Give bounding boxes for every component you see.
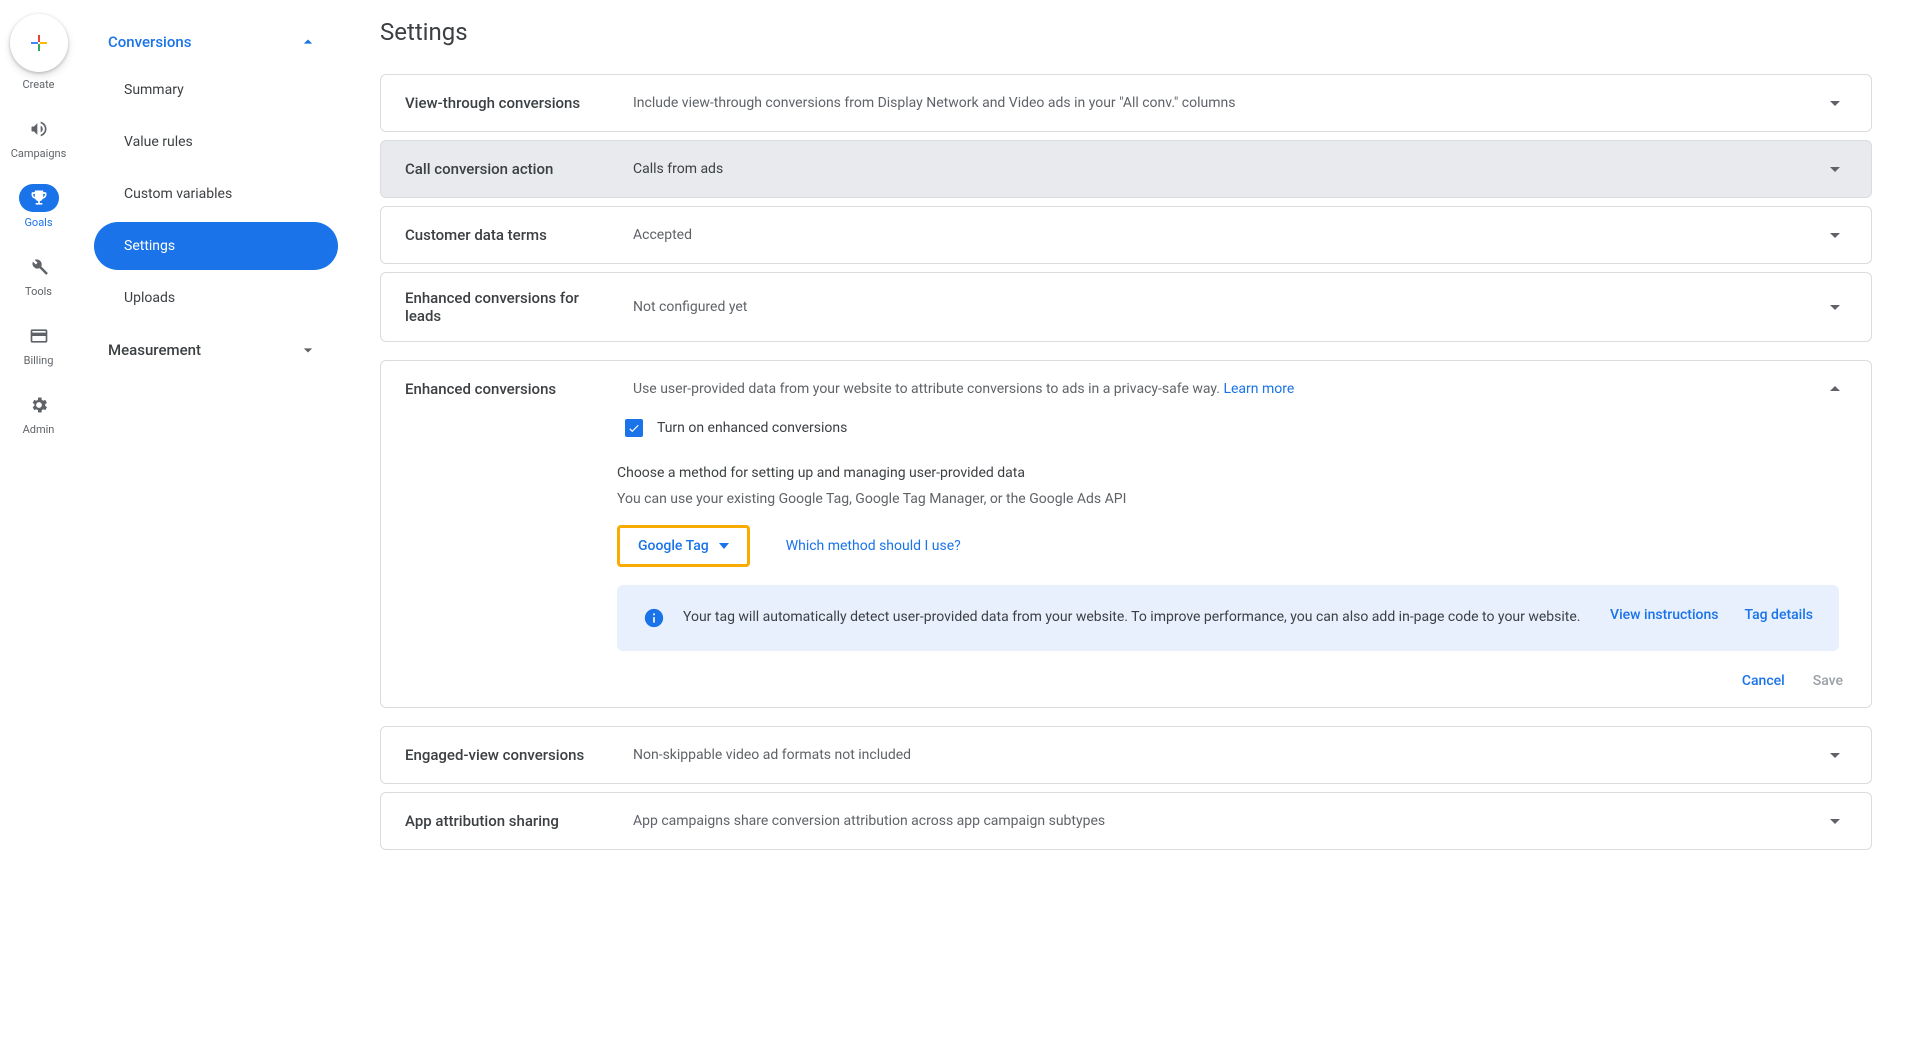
sidebar-item-label: Settings [124,238,175,254]
save-button[interactable]: Save [1813,673,1843,689]
card-header[interactable]: View-through conversions Include view-th… [381,75,1871,131]
sidebar-item-value-rules[interactable]: Value rules [94,118,338,166]
card-view-through: View-through conversions Include view-th… [380,74,1872,132]
cancel-button[interactable]: Cancel [1742,673,1785,689]
rail-label: Tools [25,285,52,298]
card-summary: Accepted [617,227,1807,243]
caret-down-icon [719,543,729,549]
nav-sub-conversions: Summary Value rules Custom variables Set… [94,66,338,330]
tag-details-link[interactable]: Tag details [1744,607,1813,623]
settings-content: Settings View-through conversions Includ… [356,0,1920,1051]
card-enhanced: Enhanced conversions Use user-provided d… [380,360,1872,708]
card-title: Call conversion action [405,160,601,178]
plus-icon [27,31,51,55]
info-actions: View instructions Tag details [1610,607,1813,623]
icon-rail: Create Campaigns Goals Tools Billing Adm… [0,0,78,1051]
dropdown-value: Google Tag [638,538,709,554]
card-title: Enhanced conversions for leads [405,289,601,325]
card-title: Engaged-view conversions [405,746,601,764]
card-summary: Include view-through conversions from Di… [617,95,1807,111]
card-header[interactable]: App attribution sharing App campaigns sh… [381,793,1871,849]
method-row: Google Tag Which method should I use? [617,525,1839,567]
card-body: Turn on enhanced conversions Choose a me… [381,409,1871,651]
sidebar-item-custom-variables[interactable]: Custom variables [94,170,338,218]
card-summary: App campaigns share conversion attributi… [617,813,1807,829]
rail-item-tools[interactable]: Tools [19,253,59,298]
sidebar-item-label: Custom variables [124,186,232,202]
check-icon [627,421,641,435]
card-header[interactable]: Enhanced conversions Use user-provided d… [381,361,1871,409]
sidebar-item-label: Uploads [124,290,175,306]
card-call-action: Call conversion action Calls from ads [380,140,1872,198]
chevron-down-icon [1823,743,1847,767]
card-title: Enhanced conversions [405,380,601,398]
sidebar: Conversions Summary Value rules Custom v… [78,0,356,1051]
rail-label: Campaigns [11,147,67,160]
create-button[interactable] [10,14,68,72]
checkbox-label: Turn on enhanced conversions [657,420,847,436]
summary-text: Use user-provided data from your website… [633,381,1223,397]
rail-label: Goals [24,216,52,229]
rail-label: Billing [24,354,54,367]
sidebar-item-label: Value rules [124,134,193,150]
sidebar-item-uploads[interactable]: Uploads [94,274,338,322]
info-icon [643,607,665,629]
card-summary: Non-skippable video ad formats not inclu… [617,747,1807,763]
card-footer: Cancel Save [381,651,1871,707]
card-engaged-view: Engaged-view conversions Non-skippable v… [380,726,1872,784]
card-summary: Calls from ads [617,161,1807,177]
gear-icon [19,391,59,419]
create-wrap: Create [10,14,68,91]
card-title: View-through conversions [405,94,601,112]
card-header[interactable]: Customer data terms Accepted [381,207,1871,263]
card-title: App attribution sharing [405,812,601,830]
chevron-down-icon [1823,223,1847,247]
sidebar-item-label: Summary [124,82,184,98]
card-customer-terms: Customer data terms Accepted [380,206,1872,264]
checkbox-row: Turn on enhanced conversions [625,419,1839,437]
chevron-down-icon [1823,157,1847,181]
rail-item-campaigns[interactable]: Campaigns [11,115,67,160]
rail-label: Admin [23,423,55,436]
chevron-down-icon [298,340,318,360]
card-header[interactable]: Call conversion action Calls from ads [381,141,1871,197]
existing-tag-text: You can use your existing Google Tag, Go… [617,491,1839,507]
card-app-attribution: App attribution sharing App campaigns sh… [380,792,1872,850]
chevron-down-icon [1823,91,1847,115]
card-header[interactable]: Enhanced conversions for leads Not confi… [381,273,1871,341]
card-summary: Use user-provided data from your website… [617,381,1807,397]
sidebar-item-summary[interactable]: Summary [94,66,338,114]
wrench-icon [19,253,59,281]
info-box: Your tag will automatically detect user-… [617,585,1839,651]
nav-group-conversions[interactable]: Conversions [94,22,338,62]
chevron-down-icon [1823,809,1847,833]
sidebar-item-settings[interactable]: Settings [94,222,338,270]
which-method-link[interactable]: Which method should I use? [786,538,961,554]
card-summary: Not configured yet [617,299,1807,315]
nav-group-measurement[interactable]: Measurement [94,330,338,370]
rail-item-admin[interactable]: Admin [19,391,59,436]
rail-item-goals[interactable]: Goals [19,184,59,229]
enhanced-checkbox[interactable] [625,419,643,437]
view-instructions-link[interactable]: View instructions [1610,607,1718,623]
rail-item-billing[interactable]: Billing [19,322,59,367]
create-label: Create [22,78,54,91]
nav-group-label: Measurement [108,341,201,359]
choose-method-text: Choose a method for setting up and manag… [617,465,1839,481]
megaphone-icon [19,115,59,143]
chevron-up-icon [1823,377,1847,401]
trophy-icon [19,184,59,212]
chevron-up-icon [298,32,318,52]
chevron-down-icon [1823,295,1847,319]
learn-more-link[interactable]: Learn more [1223,381,1294,397]
card-header[interactable]: Engaged-view conversions Non-skippable v… [381,727,1871,783]
card-title: Customer data terms [405,226,601,244]
info-text: Your tag will automatically detect user-… [683,607,1592,628]
nav-group-label: Conversions [108,33,191,51]
tag-method-dropdown[interactable]: Google Tag [617,525,750,567]
credit-card-icon [19,322,59,350]
page-title: Settings [380,18,1872,46]
card-enhanced-leads: Enhanced conversions for leads Not confi… [380,272,1872,342]
